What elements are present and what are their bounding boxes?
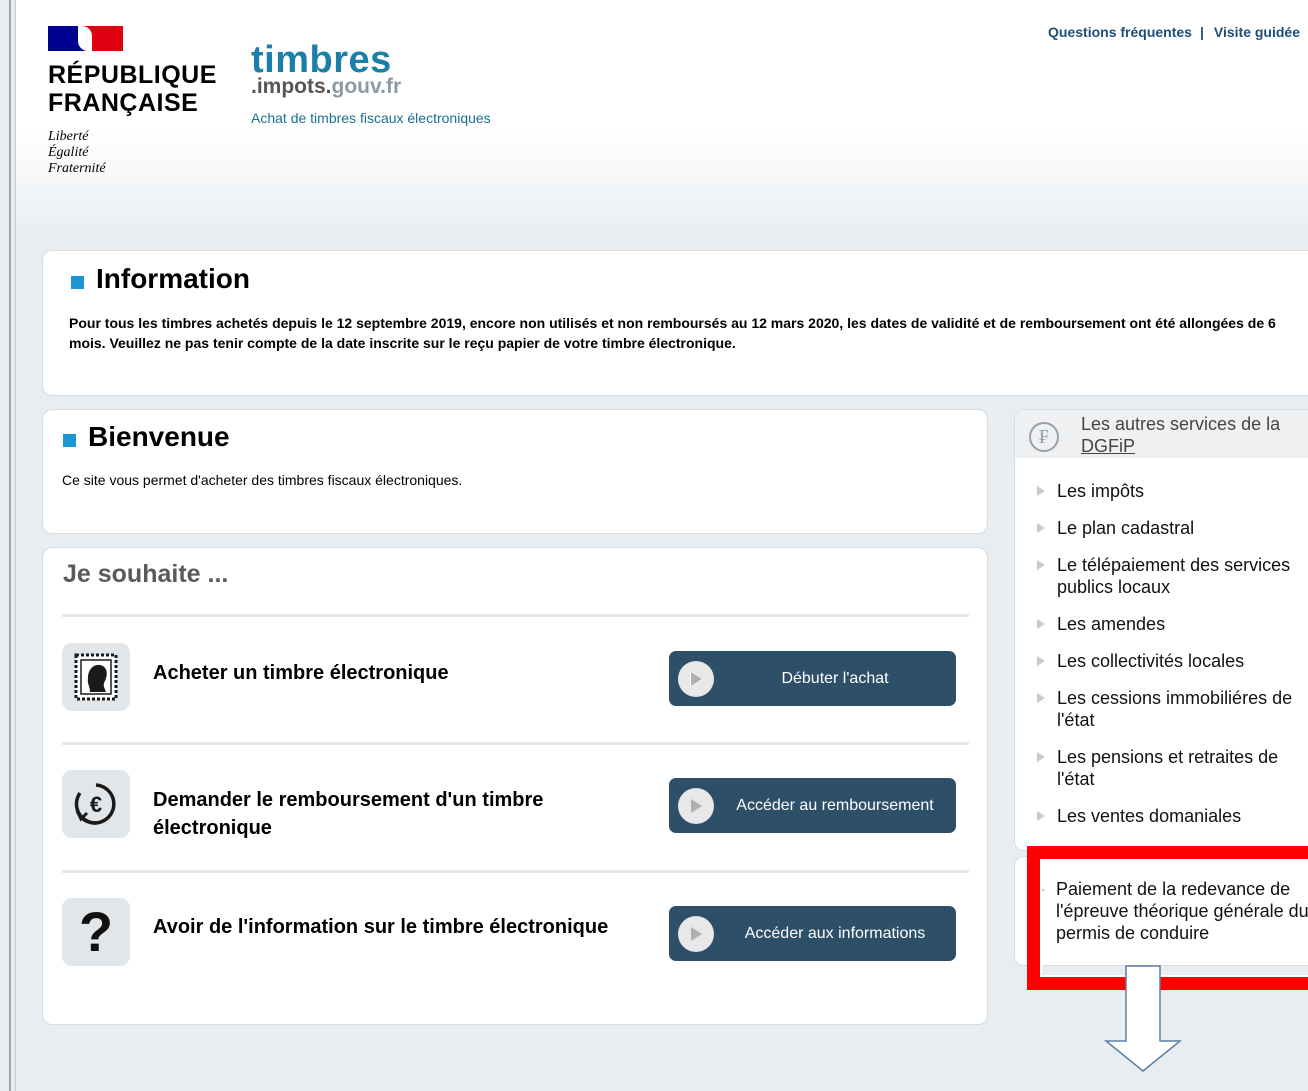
service-label: Les impôts [1057,481,1145,501]
service-link-telepaiement[interactable]: Le télépaiement des services publics loc… [1037,554,1308,598]
republique-line1: RÉPUBLIQUE [48,61,217,89]
start-purchase-label: Débuter l'achat [781,669,889,687]
dgfip-services-title[interactable]: Les autres services de la DGFiP [1081,413,1308,457]
start-purchase-button[interactable]: Débuter l'achat [669,651,956,706]
marianne-flag-icon [48,26,123,51]
access-info-button[interactable]: Accéder aux informations [669,906,956,961]
divider [62,870,969,873]
welcome-title-text: Bienvenue [88,421,230,452]
welcome-title: Bienvenue [63,421,230,453]
arrow-right-icon [1037,693,1045,703]
republique-name: RÉPUBLIQUE FRANÇAISE [48,61,217,117]
republique-francaise-logo[interactable]: RÉPUBLIQUE FRANÇAISE Liberté Égalité Fra… [48,26,248,186]
wish-panel: Je souhaite ... Acheter un timbre électr… [42,547,988,1025]
republique-motto: Liberté Égalité Fraternité [48,129,106,177]
info-stamp-label: Avoir de l'information sur le timbre éle… [153,916,609,938]
play-icon [678,660,714,697]
welcome-text: Ce site vous permet d'acheter des timbre… [62,472,463,488]
brand-title: timbres [251,39,392,81]
information-title: Information [71,263,250,295]
title-bullet-icon [63,433,76,447]
franc-icon: ₣ [1029,422,1059,452]
arrow-right-icon [1037,486,1045,496]
service-link-cessions[interactable]: Les cessions immobiliéres de l'état [1037,687,1308,731]
brand-domain: .impots.gouv.fr [251,76,491,98]
access-refund-label: Accéder au remboursement [736,796,934,814]
motto-fraternite: Fraternité [48,161,106,176]
service-label: Les collectivités locales [1057,651,1245,671]
arrow-right-icon [1037,523,1045,533]
dgfip-title-line2: DGFiP [1081,436,1135,456]
brand-subtitle: Achat de timbres fiscaux électroniques [251,110,491,126]
arrow-right-icon [1037,656,1045,666]
dgfip-services-panel: ₣ Les autres services de la DGFiP Les im… [1014,409,1308,851]
euro-refund-icon: € [62,770,130,838]
access-refund-button[interactable]: Accéder au remboursement [669,778,956,833]
service-label: Le télépaiement des services publics loc… [1057,555,1291,597]
play-icon [678,787,714,824]
left-border [9,0,11,1091]
service-label: Les cessions immobiliéres de l'état [1057,688,1293,730]
dgfip-services-list: Les impôts Le plan cadastral Le télépaie… [1037,480,1308,842]
guided-tour-link[interactable]: Visite guidée [1214,24,1300,40]
arrow-right-icon [1037,560,1045,570]
welcome-panel: Bienvenue Ce site vous permet d'acheter … [42,409,988,534]
title-bullet-icon [71,275,84,289]
divider [62,614,969,617]
access-info-label: Accéder aux informations [744,924,926,942]
dgfip-title-line1: Les autres services de la [1081,414,1281,434]
service-link-pensions[interactable]: Les pensions et retraites de l'état [1037,746,1308,790]
site-brand[interactable]: timbres .impots.gouv.fr Achat de timbres… [251,40,491,126]
play-icon [678,915,714,952]
motto-liberte: Liberté [48,129,89,144]
service-link-impots[interactable]: Les impôts [1037,480,1308,502]
service-link-cadastre[interactable]: Le plan cadastral [1037,517,1308,539]
service-label: Les amendes [1057,614,1166,634]
service-link-amendes[interactable]: Les amendes [1037,613,1308,635]
motto-egalite: Égalité [48,145,89,160]
question-icon: ? [62,898,130,966]
divider [62,742,969,745]
information-title-text: Information [96,263,250,294]
republique-line2: FRANÇAISE [48,89,199,117]
top-links-separator: | [1199,24,1204,40]
brand-domain-suffix: gouv.fr [331,75,402,98]
down-arrow-icon [1103,965,1183,1072]
buy-stamp-label: Acheter un timbre électronique [153,662,449,684]
highlight-inner-border [1040,859,1308,977]
service-link-ventes[interactable]: Les ventes domaniales [1037,805,1308,827]
refund-stamp-label: Demander le remboursement d'un timbre él… [153,789,544,839]
wish-title: Je souhaite ... [63,560,229,588]
service-link-collectivites[interactable]: Les collectivités locales [1037,650,1308,672]
arrow-right-icon [1037,619,1045,629]
dgfip-services-header: ₣ Les autres services de la DGFiP [1015,410,1308,458]
brand-domain-prefix: .impots. [251,75,332,98]
service-label: Les ventes domaniales [1057,806,1242,826]
service-label: Le plan cadastral [1057,518,1195,538]
faq-link[interactable]: Questions fréquentes [1048,24,1192,40]
svg-text:€: € [90,792,102,817]
arrow-right-icon [1037,752,1045,762]
information-text: Pour tous les timbres achetés depuis le … [69,315,1276,351]
service-label: Les pensions et retraites de l'état [1057,747,1279,789]
information-panel: Information Pour tous les timbres acheté… [42,250,1308,396]
top-links: Questions fréquentes | Visite guidée [1048,24,1300,40]
arrow-right-icon [1037,811,1045,821]
stamp-icon [62,643,130,711]
